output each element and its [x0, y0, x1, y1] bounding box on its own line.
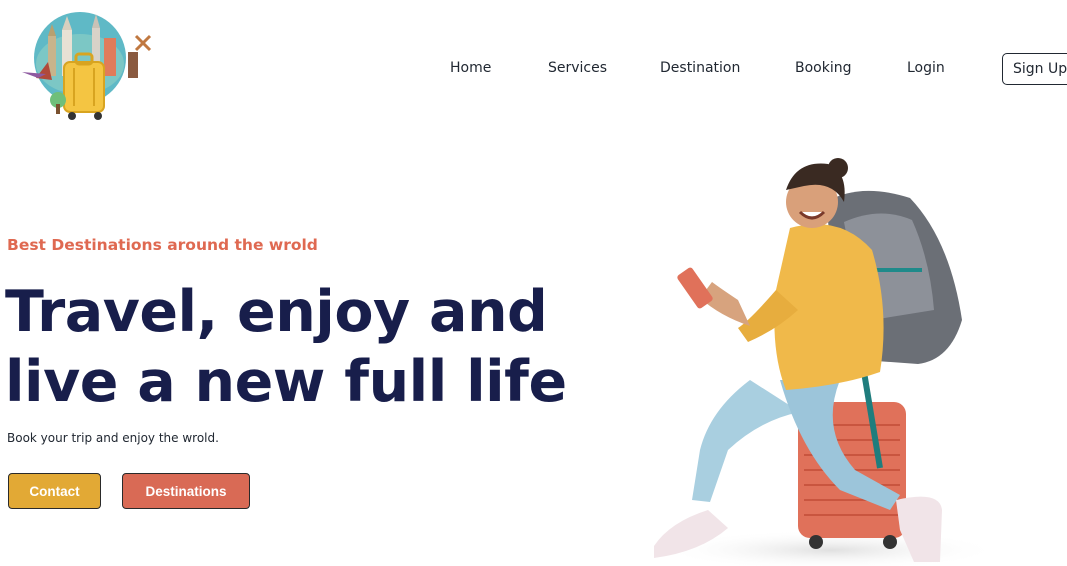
contact-button[interactable]: Contact: [8, 473, 101, 509]
nav-booking[interactable]: Booking: [795, 60, 852, 76]
hero-image: [600, 150, 1000, 566]
headline-line-1: Travel, enjoy and: [5, 279, 548, 345]
destinations-button[interactable]: Destinations: [122, 473, 250, 509]
signup-button[interactable]: Sign Up: [1002, 53, 1067, 85]
hero-tagline: Best Destinations around the wrold: [7, 236, 318, 254]
nav-services[interactable]: Services: [548, 60, 607, 76]
hero-subtext: Book your trip and enjoy the wrold.: [7, 431, 219, 445]
nav-destination[interactable]: Destination: [660, 60, 740, 76]
nav-home[interactable]: Home: [450, 60, 491, 76]
main-nav: Home Services Destination Booking Login …: [0, 52, 1067, 86]
traveler-illustration-icon: [654, 158, 1000, 566]
hero-headline: Travel, enjoy and live a new full life: [5, 277, 567, 417]
headline-line-2: live a new full life: [5, 349, 567, 415]
nav-login[interactable]: Login: [907, 60, 945, 76]
